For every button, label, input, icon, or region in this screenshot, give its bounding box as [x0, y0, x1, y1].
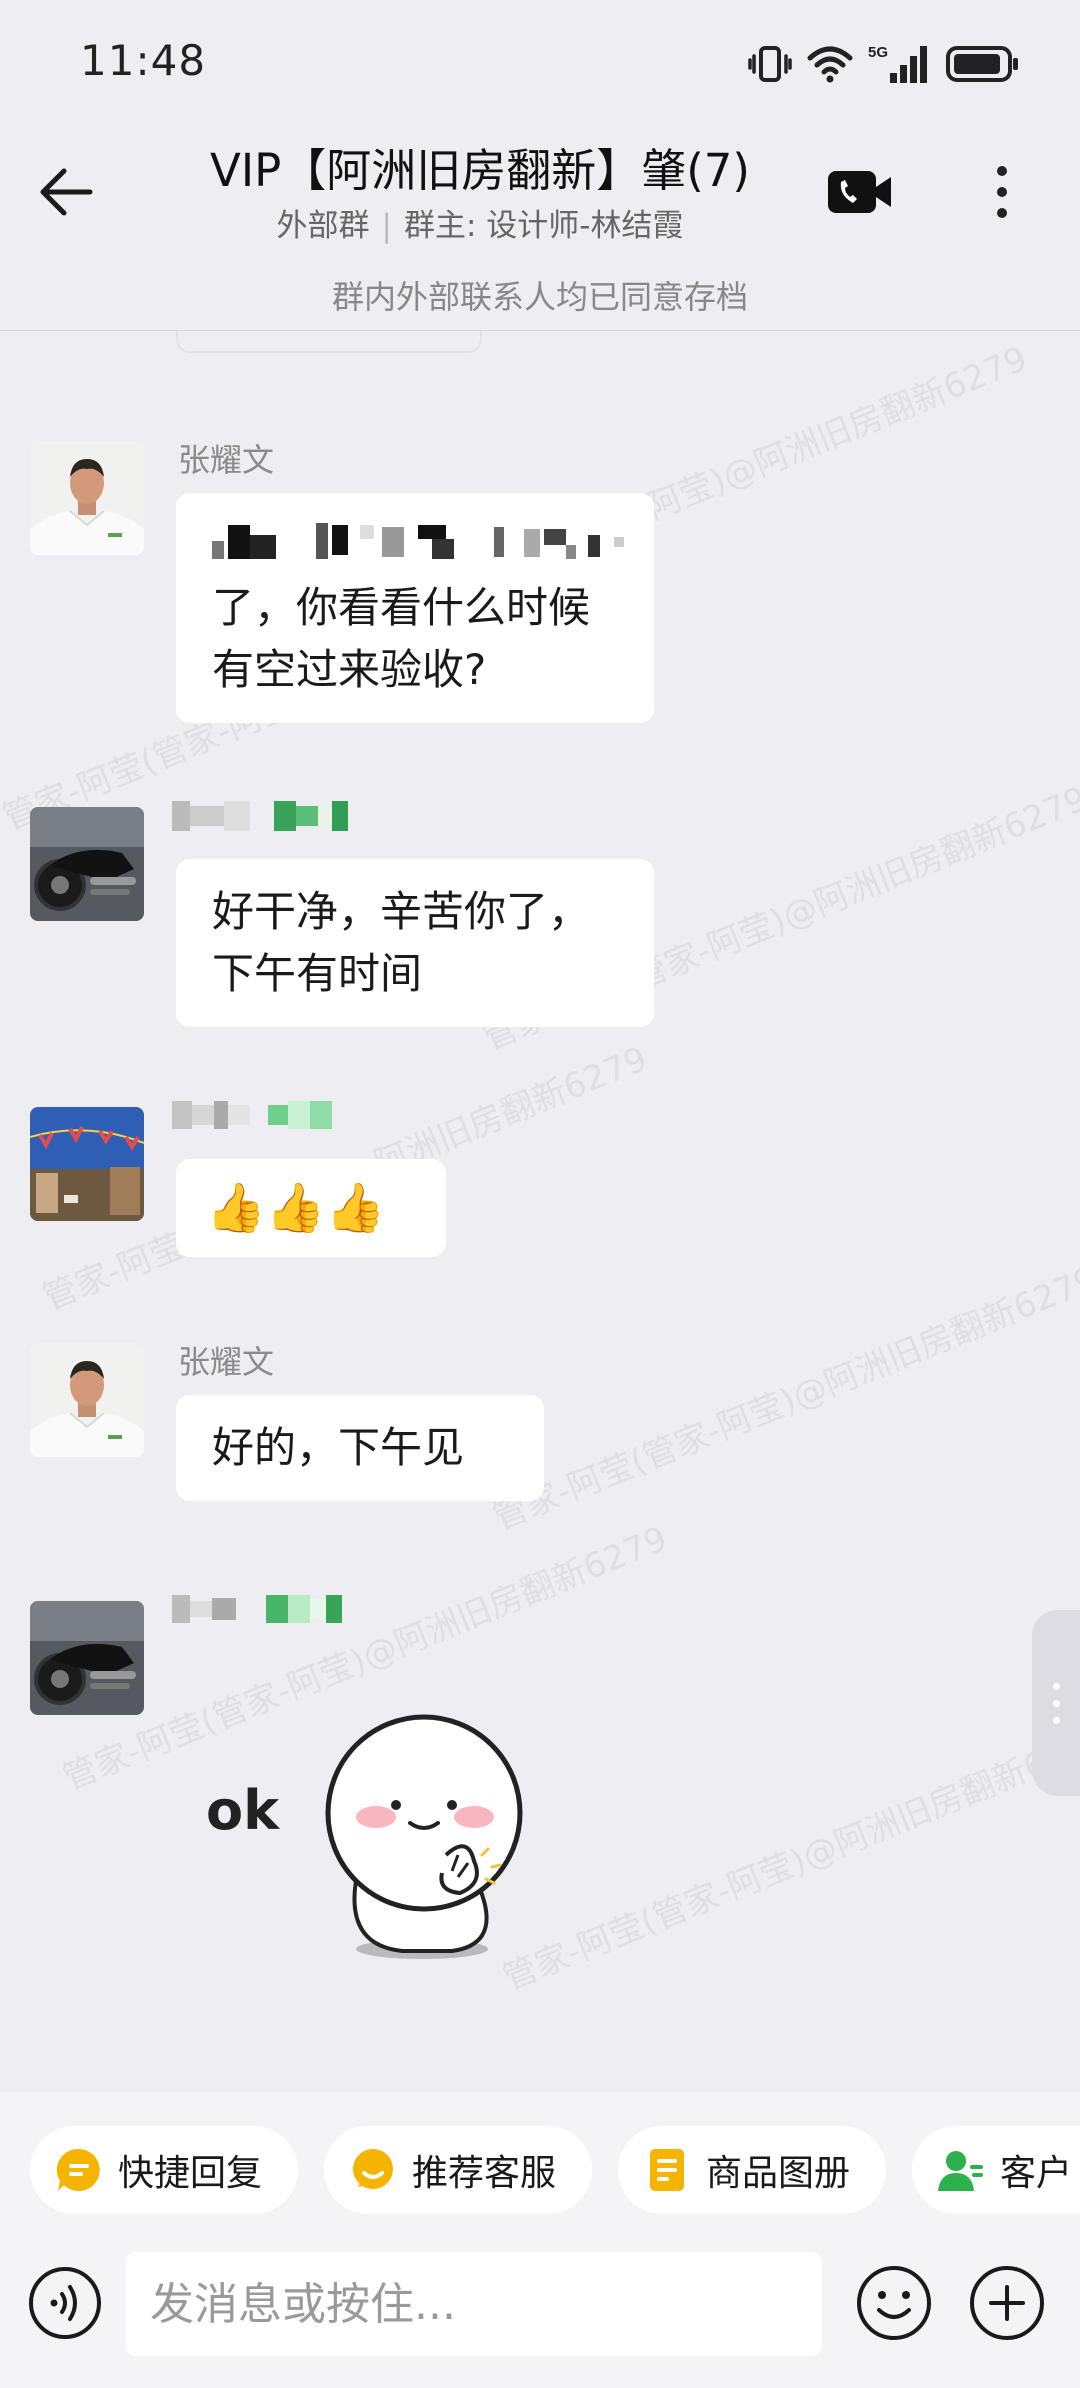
redacted-sender-name	[172, 1595, 342, 1623]
watermark: 管家-阿莹(管家-阿莹)@阿洲旧房翻新6279	[487, 1258, 1080, 1539]
arrow-left-icon	[40, 168, 93, 216]
customer-icon	[938, 2147, 984, 2193]
customer-label: 客户	[1000, 2153, 1073, 2194]
wifi-icon	[807, 46, 853, 83]
chat-message-list[interactable]: 管家-阿莹(管家-阿莹)@阿洲旧房翻新6279 管家-阿莹(管家-阿莹)@阿洲旧…	[0, 331, 1080, 2091]
quick-action-bar: 快捷回复 推荐客服 商品图册 客户	[0, 2092, 1080, 2252]
message-bubble[interactable]: 👍👍👍	[176, 1159, 446, 1257]
avatar[interactable]	[30, 807, 144, 921]
previous-message-bubble	[176, 331, 482, 353]
avatar[interactable]	[30, 1107, 144, 1221]
group-type-label: 外部群	[276, 208, 370, 244]
message-text: 好的，下午见	[212, 1423, 465, 1472]
redacted-sender-name	[172, 801, 348, 831]
recommend-service-chip[interactable]: 推荐客服	[324, 2126, 592, 2214]
message-bubble[interactable]: 好干净，辛苦你了，下午有时间	[176, 859, 654, 1027]
chat-title: VIP【阿洲旧房翻新】肇(7)	[210, 144, 750, 197]
recommend-service-icon	[350, 2147, 396, 2193]
back-button[interactable]	[32, 158, 100, 226]
recommend-service-label: 推荐客服	[412, 2153, 557, 2194]
redacted-text	[212, 515, 624, 577]
thumbs-up-emoji: 👍👍👍	[206, 1180, 386, 1236]
voice-input-button[interactable]	[28, 2266, 102, 2340]
archive-notice: 群内外部联系人均已同意存档	[331, 278, 748, 316]
sender-name: 张耀文	[178, 1343, 275, 1381]
chat-header: VIP【阿洲旧房翻新】肇(7) 外部群 | 群主: 设计师-林结霞 群内外部联系人均…	[0, 120, 1080, 331]
message-text: 了，你看看什么时候有空过来验收?	[212, 583, 591, 694]
watermark: 管家-阿莹(管家-阿莹)@阿洲旧房翻新6279	[497, 1718, 1080, 1999]
voice-icon	[29, 2267, 101, 2339]
status-bar: 11:48 5G	[0, 0, 1080, 120]
chat-subtitle: 外部群 | 群主: 设计师-林结霞	[160, 200, 800, 245]
side-panel-handle[interactable]	[1032, 1610, 1080, 1796]
svg-text:5G: 5G	[868, 44, 888, 61]
message-input-bar	[0, 2252, 1080, 2388]
avatar[interactable]	[30, 1343, 144, 1457]
message-input[interactable]	[126, 2252, 822, 2356]
status-time: 11:48	[80, 36, 207, 85]
quick-reply-icon	[56, 2147, 102, 2193]
status-icons: 5G	[748, 40, 1020, 88]
customer-chip[interactable]: 客户	[912, 2126, 1080, 2214]
message-text: 好干净，辛苦你了，下午有时间	[212, 887, 591, 998]
divider: |	[381, 208, 392, 244]
plus-icon	[970, 2266, 1044, 2340]
group-owner-label: 群主: 设计师-林结霞	[403, 208, 684, 244]
more-actions-button[interactable]	[968, 2264, 1046, 2342]
sender-name: 张耀文	[178, 441, 275, 479]
quick-reply-label: 快捷回复	[118, 2153, 263, 2194]
avatar[interactable]	[30, 1601, 144, 1715]
battery-icon	[946, 46, 1018, 82]
emoji-button[interactable]	[855, 2264, 933, 2342]
catalog-label: 商品图册	[706, 2153, 851, 2194]
quick-reply-chip[interactable]: 快捷回复	[30, 2126, 298, 2214]
video-call-icon	[828, 171, 891, 213]
catalog-chip[interactable]: 商品图册	[618, 2126, 886, 2214]
video-call-button[interactable]	[825, 160, 895, 224]
message-bubble[interactable]: 好的，下午见	[176, 1395, 544, 1501]
avatar[interactable]	[30, 441, 144, 555]
vibrate-icon	[748, 46, 792, 82]
catalog-icon	[644, 2147, 690, 2193]
message-bubble[interactable]: 了，你看看什么时候有空过来验收?	[176, 493, 654, 723]
svg-text:ok: ok	[206, 1779, 280, 1842]
more-options-button[interactable]	[975, 152, 1029, 232]
ok-sticker[interactable]: ok	[206, 1705, 566, 1965]
redacted-sender-name	[172, 1101, 332, 1129]
5g-signal-icon: 5G	[868, 44, 927, 83]
smiley-icon	[857, 2266, 931, 2340]
